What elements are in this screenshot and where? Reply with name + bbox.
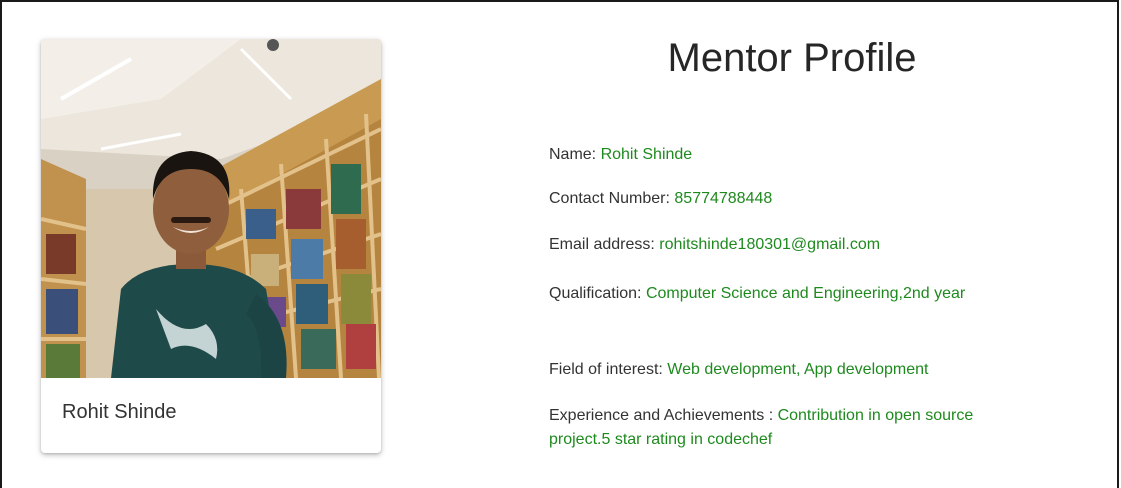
detail-value: 85774788448 xyxy=(674,190,773,207)
profile-photo xyxy=(41,39,381,378)
detail-value: Web development, App development xyxy=(667,361,929,378)
detail-value: Computer Science and Engineering,2nd yea… xyxy=(645,285,966,302)
card-mentor-name: Rohit Shinde xyxy=(62,401,177,423)
detail-value: rohitshinde180301@gmail.com xyxy=(659,236,881,253)
page-title: Mentor Profile xyxy=(667,36,917,80)
mentor-card: Rohit Shinde xyxy=(41,39,381,453)
detail-qualification: Qualification: Computer Science and Engi… xyxy=(549,282,1019,306)
detail-label: Email address: xyxy=(549,236,660,253)
detail-label: Name: xyxy=(549,146,601,163)
detail-field-of-interest: Field of interest: Web development, App … xyxy=(549,358,929,382)
detail-experience: Experience and Achievements : Contributi… xyxy=(549,404,1019,452)
detail-label: Contact Number: xyxy=(549,190,675,207)
detail-value: Rohit Shinde xyxy=(600,146,693,163)
detail-contact-number: Contact Number: 85774788448 xyxy=(549,187,772,211)
detail-email: Email address: rohitshinde180301@gmail.c… xyxy=(549,233,880,257)
detail-name: Name: Rohit Shinde xyxy=(549,143,692,167)
detail-label: Experience and Achievements : xyxy=(549,407,778,424)
detail-label: Qualification: xyxy=(549,285,646,302)
detail-label: Field of interest: xyxy=(549,361,668,378)
